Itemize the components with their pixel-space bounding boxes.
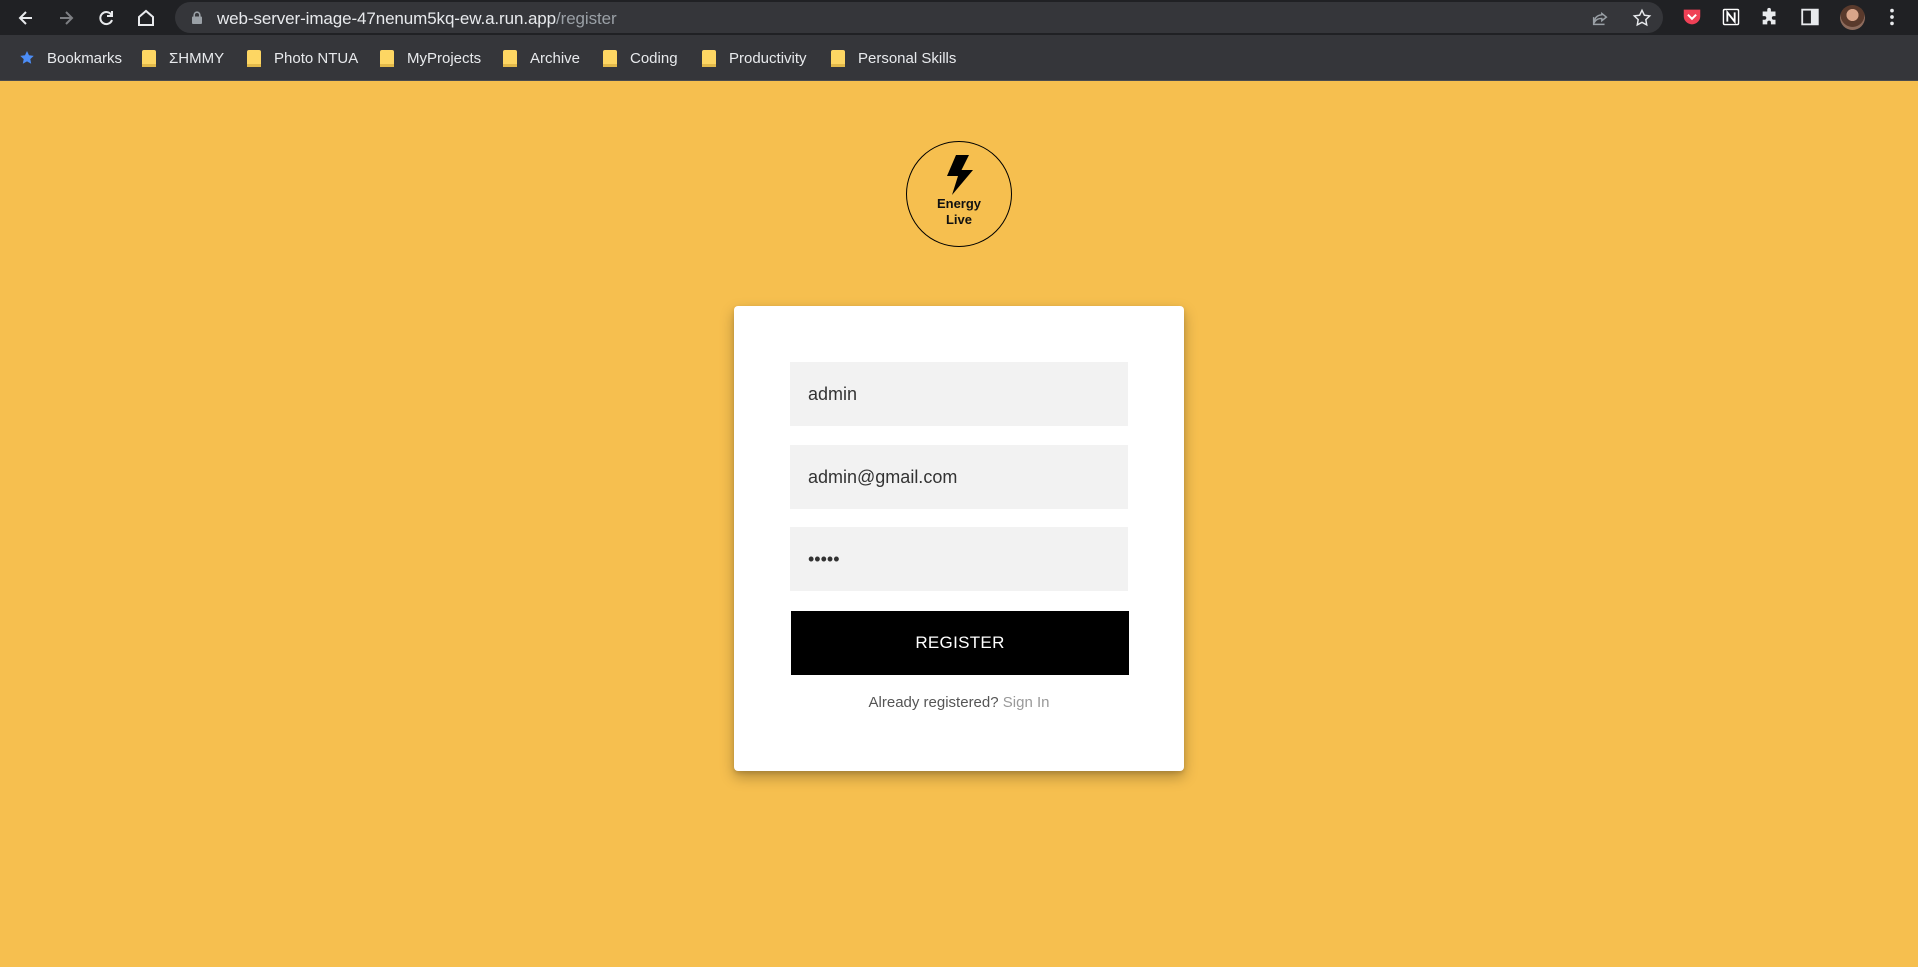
folder-icon bbox=[603, 49, 617, 67]
notion-icon[interactable] bbox=[1719, 5, 1743, 29]
bookmark-star-icon[interactable] bbox=[1631, 7, 1653, 29]
register-button[interactable]: REGISTER bbox=[791, 611, 1129, 675]
back-arrow-icon[interactable] bbox=[12, 4, 40, 32]
logo-text: Energy Live bbox=[907, 196, 1011, 228]
folder-icon bbox=[831, 49, 845, 67]
bookmark-label: Photo NTUA bbox=[274, 49, 359, 67]
bookmark-item-shmmy[interactable]: ΣΗΜΜΥ bbox=[142, 47, 224, 69]
folder-icon bbox=[380, 49, 394, 67]
address-bar[interactable]: web-server-image-47nenum5kq-ew.a.run.app… bbox=[175, 2, 1663, 33]
url-text[interactable]: web-server-image-47nenum5kq-ew.a.run.app… bbox=[217, 9, 617, 29]
bookmark-item-coding[interactable]: Coding bbox=[603, 47, 678, 69]
bookmark-item-myprojects[interactable]: MyProjects bbox=[380, 47, 481, 69]
bookmark-label: ΣΗΜΜΥ bbox=[169, 49, 225, 67]
more-menu-icon[interactable] bbox=[1880, 5, 1904, 29]
bookmark-label: Personal Skills bbox=[858, 49, 957, 67]
folder-icon bbox=[142, 49, 156, 67]
bookmark-item-archive[interactable]: Archive bbox=[503, 47, 580, 69]
profile-avatar[interactable] bbox=[1840, 5, 1865, 30]
extensions-puzzle-icon[interactable] bbox=[1758, 5, 1782, 29]
lightning-bolt-icon bbox=[947, 155, 973, 195]
bookmarks-bar: Bookmarks ΣΗΜΜΥ Photo NTUA MyProjects Ar… bbox=[0, 35, 1918, 81]
bookmark-item-personal-skills[interactable]: Personal Skills bbox=[831, 47, 956, 69]
username-input[interactable] bbox=[790, 362, 1128, 426]
bookmark-item-productivity[interactable]: Productivity bbox=[702, 47, 807, 69]
already-registered-text: Already registered? bbox=[868, 694, 999, 711]
bookmark-label: Coding bbox=[630, 49, 678, 67]
forward-arrow-icon[interactable] bbox=[52, 4, 80, 32]
energy-live-logo: Energy Live bbox=[906, 141, 1012, 247]
bookmark-item-bookmarks[interactable]: Bookmarks bbox=[19, 47, 122, 69]
pocket-icon[interactable] bbox=[1680, 5, 1704, 29]
bookmark-label: Bookmarks bbox=[47, 49, 123, 67]
bookmark-item-photo-ntua[interactable]: Photo NTUA bbox=[247, 47, 358, 69]
bookmark-label: MyProjects bbox=[407, 49, 482, 67]
bookmark-label: Productivity bbox=[729, 49, 807, 67]
url-host: web-server-image-47nenum5kq-ew.a.run.app bbox=[217, 9, 557, 28]
side-panel-icon[interactable] bbox=[1798, 5, 1822, 29]
folder-icon bbox=[247, 49, 261, 67]
star-icon bbox=[20, 51, 34, 64]
logo-text-line1: Energy bbox=[936, 196, 982, 211]
already-registered-line: Already registered? Sign In bbox=[734, 694, 1184, 711]
folder-icon bbox=[503, 49, 517, 67]
browser-toolbar: web-server-image-47nenum5kq-ew.a.run.app… bbox=[0, 0, 1918, 35]
lock-icon[interactable] bbox=[191, 11, 203, 24]
folder-icon bbox=[702, 49, 716, 67]
sign-in-link[interactable]: Sign In bbox=[1003, 694, 1050, 711]
url-path: /register bbox=[556, 9, 617, 28]
password-input[interactable] bbox=[790, 527, 1128, 591]
bookmark-label: Archive bbox=[530, 49, 581, 67]
logo-text-line2: Live bbox=[945, 212, 972, 227]
reload-icon[interactable] bbox=[92, 4, 120, 32]
home-icon[interactable] bbox=[132, 4, 160, 32]
register-card: REGISTER Already registered? Sign In bbox=[734, 306, 1184, 771]
email-input[interactable] bbox=[790, 445, 1128, 509]
share-icon[interactable] bbox=[1589, 7, 1611, 29]
